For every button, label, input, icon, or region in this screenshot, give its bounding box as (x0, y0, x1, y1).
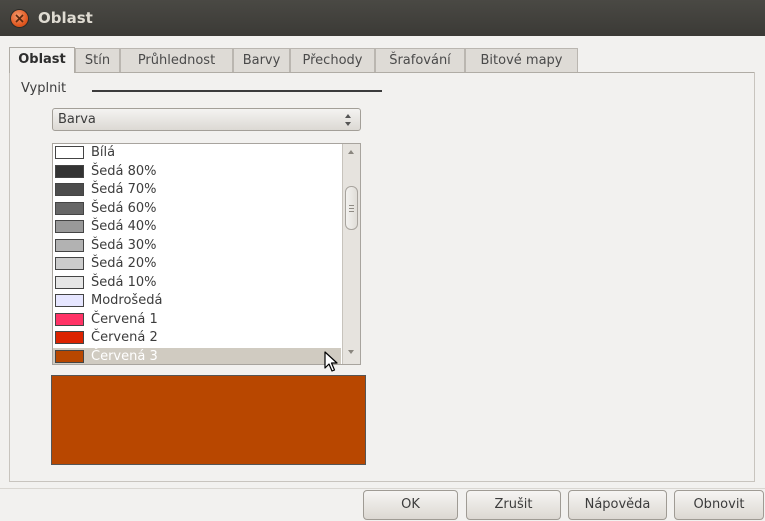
color-list-item[interactable]: Červená 2 (53, 329, 341, 348)
color-swatch (55, 257, 84, 270)
tab-bitove-mapy[interactable]: Bitové mapy (465, 48, 578, 72)
color-name: Šedá 70% (91, 182, 157, 197)
color-swatch (55, 238, 84, 252)
color-list-item-selected[interactable]: Červená 3 (53, 347, 341, 364)
color-swatch (55, 164, 84, 178)
color-swatch (55, 294, 84, 307)
color-name: Červená 1 (91, 311, 158, 327)
color-name: Modrošedá (91, 293, 163, 308)
cancel-button[interactable]: Zrušit (466, 490, 561, 520)
color-list-item[interactable]: Šedá 20% (53, 255, 341, 274)
color-name: Šedá 20% (91, 256, 157, 271)
reset-button-label: Obnovit (693, 497, 745, 512)
color-list-item[interactable]: Šedá 30% (53, 237, 341, 256)
color-list-item[interactable]: Šedá 40% (53, 218, 341, 237)
cancel-button-label: Zrušit (494, 497, 533, 512)
reset-button[interactable]: Obnovit (674, 490, 764, 520)
color-name: Šedá 60% (91, 200, 157, 216)
color-list-item[interactable]: Šedá 70% (53, 181, 341, 200)
help-button[interactable]: Nápověda (568, 490, 667, 520)
color-name: Šedá 10% (91, 274, 157, 290)
color-preview (51, 375, 366, 465)
tab-barvy[interactable]: Barvy (233, 48, 290, 72)
fill-type-value: Barva (58, 112, 96, 127)
button-bar-divider (0, 488, 765, 489)
color-swatch (55, 349, 84, 363)
color-swatch (55, 201, 84, 215)
window-title: Oblast (38, 9, 93, 27)
scroll-down-arrow-icon[interactable] (348, 350, 354, 354)
color-swatch (55, 183, 84, 196)
scroll-up-arrow-icon[interactable] (348, 150, 354, 154)
ok-button[interactable]: OK (363, 490, 458, 520)
fill-type-select[interactable]: Barva (52, 108, 361, 131)
group-divider (92, 90, 382, 92)
tab-prechody[interactable]: Přechody (290, 48, 375, 72)
updown-arrow-icon (345, 114, 351, 126)
color-name: Červená 2 (91, 330, 158, 345)
color-name: Šedá 80% (91, 163, 157, 179)
color-name: Šedá 40% (91, 219, 157, 234)
color-swatch (55, 220, 84, 233)
list-scrollbar[interactable] (342, 144, 360, 364)
help-button-label: Nápověda (584, 497, 651, 512)
tab-pruhlednost[interactable]: Průhlednost (120, 48, 233, 72)
title-bar: Oblast (0, 0, 765, 36)
color-swatch (55, 275, 84, 289)
tab-stin[interactable]: Stín (75, 48, 120, 72)
color-name: Červená 3 (91, 348, 158, 364)
close-icon[interactable] (11, 10, 28, 27)
color-name: Bílá (91, 145, 116, 160)
color-list-item[interactable]: Bílá (53, 144, 341, 163)
color-list-item[interactable]: Červená 1 (53, 311, 341, 330)
scrollbar-thumb[interactable] (345, 186, 358, 230)
color-list-item[interactable]: Šedá 60% (53, 200, 341, 219)
color-swatch (55, 146, 84, 159)
fill-group-label: Vyplnit (21, 81, 67, 96)
ok-button-label: OK (401, 497, 420, 512)
color-swatch (55, 331, 84, 344)
color-list-item[interactable]: Šedá 80% (53, 163, 341, 182)
color-list-item[interactable]: Šedá 10% (53, 274, 341, 293)
color-name: Šedá 30% (91, 237, 157, 253)
mouse-cursor-icon (324, 351, 338, 372)
tab-srafovani[interactable]: Šrafování (375, 48, 465, 72)
tab-oblast[interactable]: Oblast (9, 47, 75, 73)
color-swatch (55, 312, 84, 326)
color-list[interactable]: Bílá Šedá 80% Šedá 70% Šedá 60% Šedá 40%… (52, 143, 361, 365)
color-list-item[interactable]: Modrošedá (53, 292, 341, 311)
